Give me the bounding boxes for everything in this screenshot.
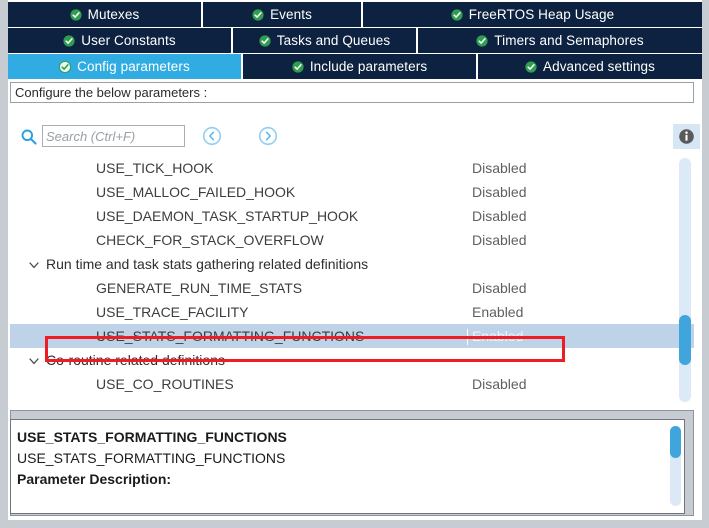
tab-row-3: Config parameters Include parameters Adv… (8, 54, 702, 79)
parameter-name: CHECK_FOR_STACK_OVERFLOW (96, 232, 324, 248)
tab-timers-and-semaphores[interactable]: Timers and Semaphores (418, 28, 702, 53)
chevron-down-icon[interactable] (28, 258, 40, 270)
tab-label: Tasks and Queues (276, 33, 391, 48)
tab-label: Include parameters (309, 59, 428, 74)
check-circle-icon (63, 34, 75, 47)
group-header-label: Run time and task stats gathering relate… (46, 256, 369, 272)
info-icon[interactable] (673, 124, 700, 149)
tab-label: FreeRTOS Heap Usage (468, 7, 615, 22)
parameter-value[interactable]: Disabled (472, 208, 526, 224)
parameter-value-editing[interactable]: Enabled (466, 328, 523, 345)
check-circle-icon (70, 8, 82, 21)
tab-advanced-settings[interactable]: Advanced settings (478, 54, 702, 79)
tab-freertos-heap-usage[interactable]: FreeRTOS Heap Usage (363, 2, 702, 27)
description-title: USE_STATS_FORMATTING_FUNCTIONS (17, 429, 287, 445)
table-row[interactable]: USE_DAEMON_TASK_STARTUP_HOOK Disabled (10, 204, 694, 228)
parameter-name: USE_MALLOC_FAILED_HOOK (96, 184, 296, 200)
parameter-name: USE_TICK_HOOK (96, 160, 214, 176)
tab-tasks-and-queues[interactable]: Tasks and Queues (233, 28, 418, 53)
check-circle-icon (525, 60, 537, 73)
table-row[interactable]: USE_TICK_HOOK Disabled (10, 156, 694, 180)
group-header-label: Co-routine related definitions (46, 352, 225, 368)
description-scrollbar-thumb[interactable] (670, 426, 681, 458)
parameter-value[interactable]: Disabled (472, 232, 526, 248)
freertos-config-panel: Mutexes Events FreeRTOS Heap Usage User … (0, 0, 709, 528)
table-row[interactable]: CHECK_FOR_STACK_OVERFLOW Disabled (10, 228, 694, 252)
list-scrollbar-track[interactable] (679, 158, 691, 402)
check-circle-icon (476, 34, 488, 47)
parameter-value[interactable]: Disabled (472, 184, 526, 200)
tab-label: Config parameters (77, 59, 190, 74)
tab-label: User Constants (81, 33, 176, 48)
group-header-co-routine[interactable]: Co-routine related definitions (10, 348, 694, 372)
check-circle-icon (451, 8, 463, 21)
chevron-right-circle-icon[interactable] (258, 126, 278, 146)
tab-bar: Mutexes Events FreeRTOS Heap Usage User … (8, 2, 702, 80)
table-row[interactable]: GENERATE_RUN_TIME_STATS Disabled (10, 276, 694, 300)
parameter-value[interactable]: Disabled (472, 376, 526, 392)
parameter-name: USE_STATS_FORMATTING_FUNCTIONS (96, 328, 365, 344)
parameter-value[interactable]: Disabled (472, 160, 526, 176)
tab-config-parameters[interactable]: Config parameters (8, 54, 243, 79)
tab-label: Advanced settings (542, 59, 656, 74)
parameter-name: GENERATE_RUN_TIME_STATS (96, 280, 303, 296)
table-row[interactable]: USE_MALLOC_FAILED_HOOK Disabled (10, 180, 694, 204)
chevron-down-icon[interactable] (28, 354, 40, 366)
tab-user-constants[interactable]: User Constants (8, 28, 233, 53)
search-toolbar (10, 124, 700, 152)
description-panel: USE_STATS_FORMATTING_FUNCTIONS USE_STATS… (10, 419, 685, 514)
parameter-list[interactable]: USE_TICK_HOOK Disabled USE_MALLOC_FAILED… (10, 156, 694, 406)
parameter-name: USE_DAEMON_TASK_STARTUP_HOOK (96, 208, 359, 224)
search-icon (20, 128, 38, 146)
check-circle-icon (259, 34, 271, 47)
table-row-selected[interactable]: USE_STATS_FORMATTING_FUNCTIONS Enabled (10, 324, 694, 348)
list-scrollbar-thumb[interactable] (679, 315, 691, 365)
search-input[interactable] (42, 125, 185, 147)
parameter-value[interactable]: Disabled (472, 280, 526, 296)
check-circle-icon (59, 60, 72, 73)
tab-row-1: Mutexes Events FreeRTOS Heap Usage (8, 2, 702, 27)
table-row[interactable]: USE_CO_ROUTINES Disabled (10, 372, 694, 396)
table-row[interactable]: USE_TRACE_FACILITY Enabled (10, 300, 694, 324)
configure-hint-bar: Configure the below parameters : (10, 82, 694, 103)
tab-label: Timers and Semaphores (494, 33, 644, 48)
tab-include-parameters[interactable]: Include parameters (243, 54, 478, 79)
parameter-value[interactable]: Enabled (472, 304, 523, 320)
parameter-name: USE_TRACE_FACILITY (96, 304, 249, 320)
check-circle-icon (292, 60, 304, 73)
tab-row-2: User Constants Tasks and Queues Timers a… (8, 28, 702, 53)
parameter-name: USE_CO_ROUTINES (96, 376, 234, 392)
check-circle-icon (252, 8, 264, 21)
tab-mutexes[interactable]: Mutexes (8, 2, 203, 27)
tab-label: Events (270, 7, 312, 22)
configure-hint-text: Configure the below parameters : (15, 85, 208, 100)
bottom-frame-strip (0, 520, 709, 528)
tab-events[interactable]: Events (203, 2, 363, 27)
tab-label: Mutexes (87, 7, 140, 22)
chevron-left-circle-icon[interactable] (202, 126, 222, 146)
group-header-runtime-stats[interactable]: Run time and task stats gathering relate… (10, 252, 694, 276)
description-section-label: Parameter Description: (17, 471, 172, 487)
description-subtitle: USE_STATS_FORMATTING_FUNCTIONS (17, 450, 286, 466)
